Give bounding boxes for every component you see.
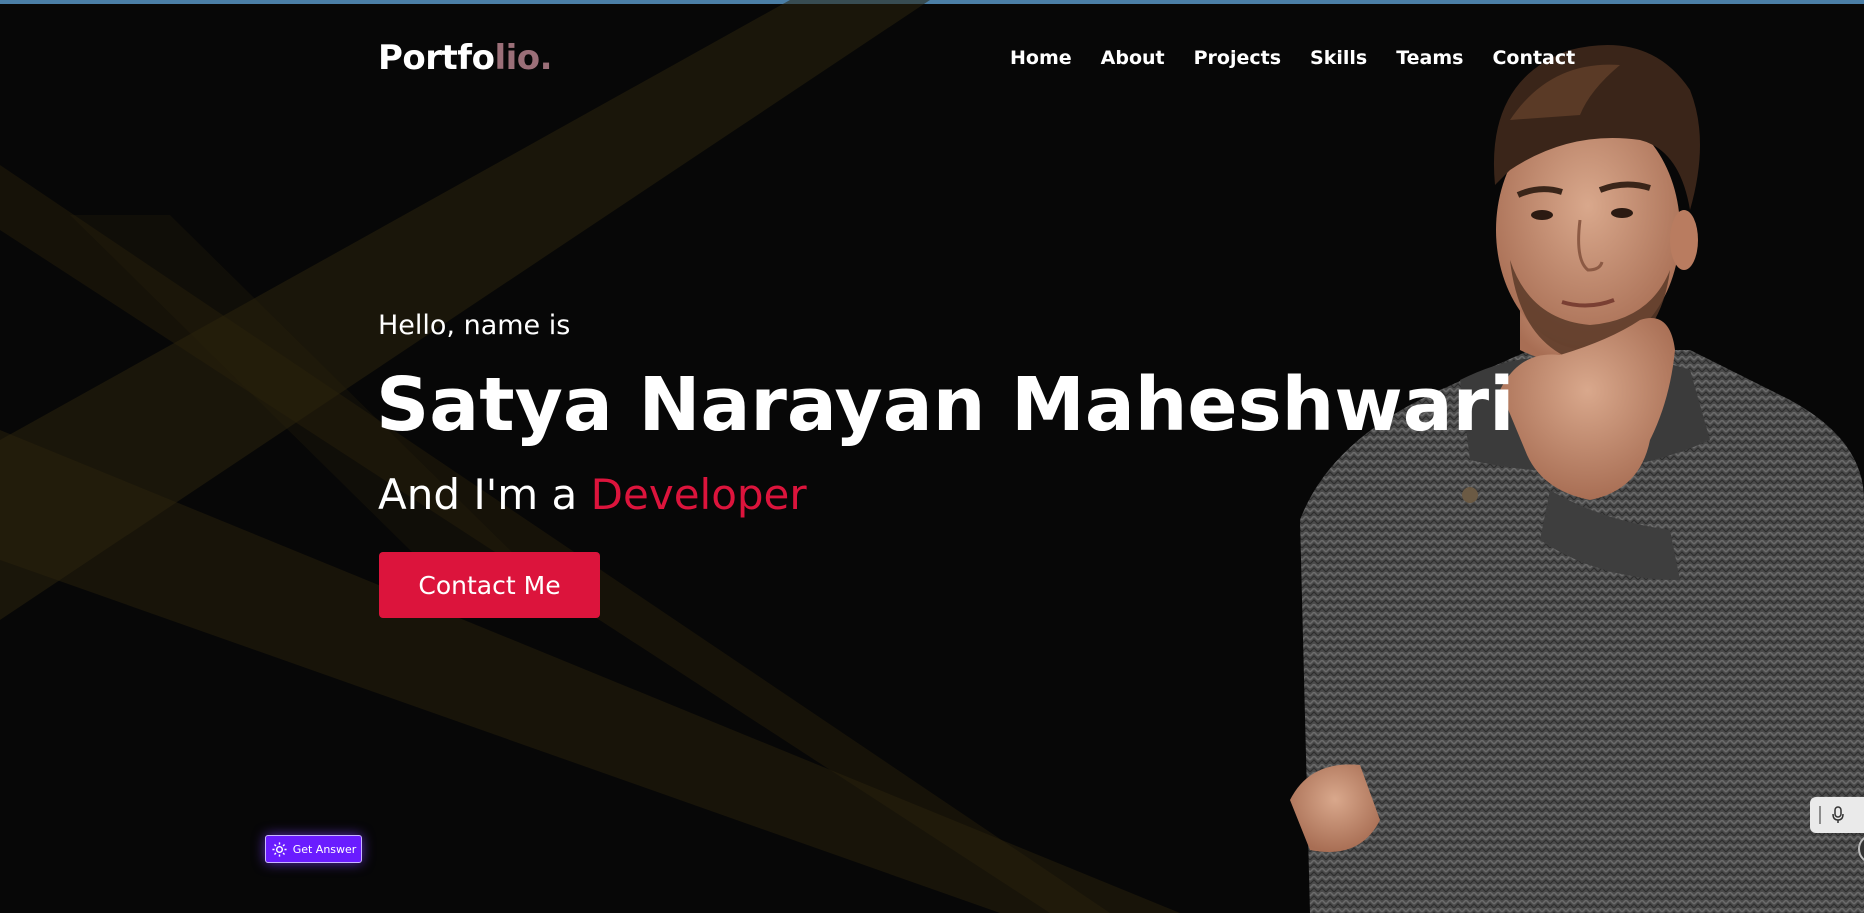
contact-me-button[interactable]: Contact Me: [379, 552, 600, 618]
hero-greeting: Hello, name is: [378, 310, 571, 341]
hero-name: Satya Narayan Maheshwari: [376, 362, 1515, 448]
logo-main: Portfo: [378, 38, 495, 78]
nav-projects[interactable]: Projects: [1194, 47, 1281, 69]
nav-skills[interactable]: Skills: [1310, 47, 1367, 69]
drag-handle[interactable]: [1819, 806, 1821, 824]
nav-home[interactable]: Home: [1010, 47, 1072, 69]
voice-widget[interactable]: [1810, 797, 1864, 833]
logo-accent: lio.: [494, 38, 553, 78]
hero-role-prefix: And I'm a: [378, 470, 591, 519]
nav-about[interactable]: About: [1101, 47, 1165, 69]
microphone-icon[interactable]: [1831, 806, 1845, 824]
get-answer-label: Get Answer: [292, 842, 357, 856]
gear-icon: [272, 841, 287, 857]
hero-role: And I'm a Developer: [378, 470, 807, 519]
get-answer-button[interactable]: Get Answer: [265, 835, 362, 863]
nav-contact[interactable]: Contact: [1492, 47, 1575, 69]
site-logo[interactable]: Portfolio.: [378, 38, 553, 78]
hero-role-highlight: Developer: [590, 470, 807, 519]
main-nav: Home About Projects Skills Teams Contact: [1010, 47, 1575, 69]
nav-teams[interactable]: Teams: [1396, 47, 1463, 69]
profile-portrait: [1290, 45, 1864, 913]
